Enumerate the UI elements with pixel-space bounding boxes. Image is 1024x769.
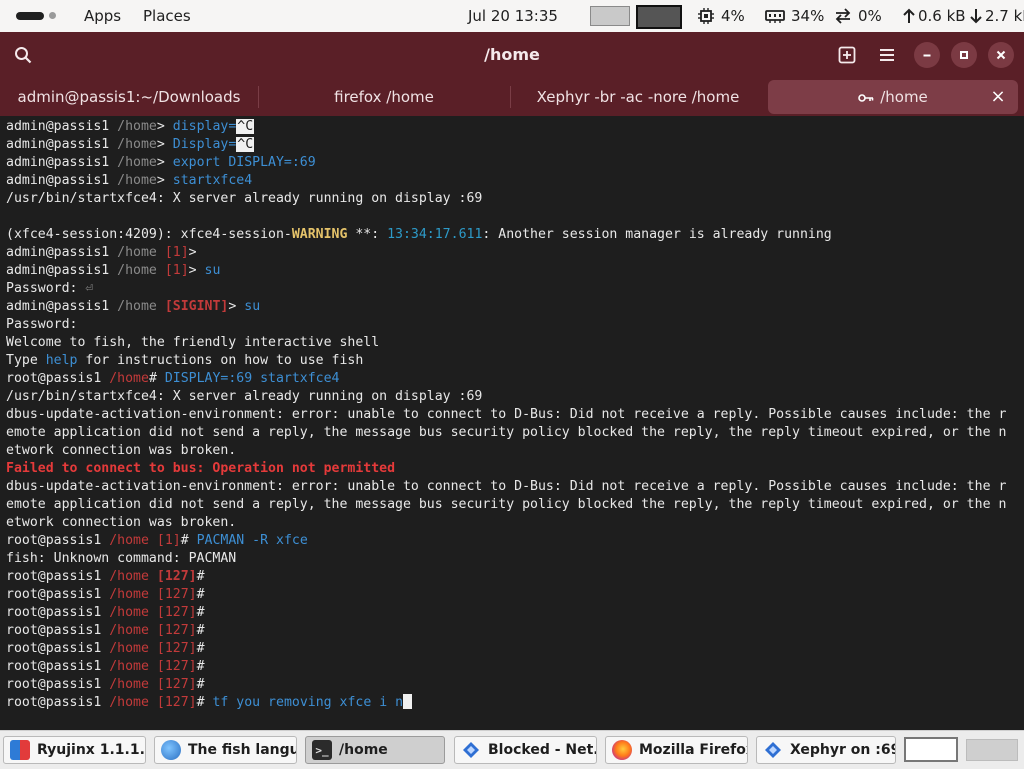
hamburger-menu-icon [880,49,894,61]
top-panel: Apps Places Jul 20 13:35 4% 34% 0% 0.6 k… [0,0,1024,32]
key-icon [858,94,874,102]
taskbar-item-ryujinx[interactable]: Ryujinx 1.1.1... [3,736,146,764]
terminal-line: root@passis1 /home [127]# [6,677,205,692]
terminal-line: Password: [6,317,78,332]
tab-label: /home [880,88,928,106]
terminal-line: admin@passis1 /home [SIGINT]> su [6,299,261,314]
terminal-line: dbus-update-activation-environment: erro… [6,479,1007,494]
workspace-2-thumb[interactable] [636,5,682,29]
taskbar-item-firefox[interactable]: Mozilla Firefox [605,736,748,764]
window-header: /home [0,32,1024,78]
terminal-line: root@passis1 /home# DISPLAY=:69 startxfc… [6,371,340,386]
globe-icon [161,740,181,760]
swap-indicator[interactable]: 0% [834,0,882,32]
tab-close-button[interactable]: × [988,80,1008,114]
swap-value: 0% [858,7,882,25]
tab-label: firefox /home [334,88,434,106]
tab-home-active[interactable]: /home × [768,80,1018,114]
terminal-line: fish: Unknown command: PACMAN [6,551,237,566]
terminal-line: emote application did not send a reply, … [6,497,1007,512]
close-window-button[interactable] [988,42,1014,68]
terminal-line: etwork connection was broken. [6,443,237,458]
net-down-indicator[interactable]: 2.7 kB [970,0,1024,32]
current-command-input[interactable]: tf you removing xfce i n [212,695,403,710]
terminal-line: root@passis1 /home [127]# [6,587,205,602]
arrow-down-icon [970,9,982,24]
terminal-line: admin@passis1 /home> display=^C [6,119,255,134]
terminal-line: Password: ⏎ [6,281,94,296]
ryujinx-icon [10,740,30,760]
taskbar: Ryujinx 1.1.1... The fish langu... >_ /h… [0,730,1024,769]
tab-label: Xephyr -br -ac -nore /home [536,88,740,106]
tab-firefox[interactable]: firefox /home [258,78,510,116]
terminal-line: dbus-update-activation-environment: erro… [6,407,1007,422]
terminal-view[interactable]: admin@passis1 /home> display=^C admin@pa… [0,116,1024,730]
terminal-line: admin@passis1 /home [1]> su [6,263,221,278]
memory-indicator[interactable]: 34% [765,0,824,32]
workspace-pager-2[interactable] [966,739,1018,761]
blue-diamond-icon [461,740,481,760]
tab-downloads[interactable]: admin@passis1:~/Downloads [0,78,258,116]
firefox-icon [612,740,632,760]
terminal-output: admin@passis1 /home> display=^C admin@pa… [6,118,1024,712]
places-menu[interactable]: Places [143,0,191,32]
terminal-line: root@passis1 /home [127]# [6,659,205,674]
clock[interactable]: Jul 20 13:35 [468,0,558,32]
terminal-line: root@passis1 /home [1]# PACMAN -R xfce [6,533,308,548]
text-cursor [403,694,413,709]
terminal-line: admin@passis1 /home [1]> [6,245,197,260]
workspace-1-thumb[interactable] [590,6,630,26]
tab-label: admin@passis1:~/Downloads [17,88,241,106]
cpu-icon [698,8,714,24]
terminal-line: admin@passis1 /home> Display=^C [6,137,255,152]
terminal-line: Type help for instructions on how to use… [6,353,364,368]
cpu-indicator[interactable]: 4% [697,0,745,32]
cpu-value: 4% [721,7,745,25]
net-up-indicator[interactable]: 0.6 kB [903,0,966,32]
terminal-line: admin@passis1 /home> startxfce4 [6,173,253,188]
terminal-line: /usr/bin/startxfce4: X server already ru… [6,191,483,206]
activities-pill-icon[interactable] [16,12,44,20]
taskbar-item-blocked[interactable]: Blocked - Net... [454,736,597,764]
terminal-line: root@passis1 /home [127]# [6,623,205,638]
tab-bar: admin@passis1:~/Downloads firefox /home … [0,78,1024,116]
workspace-dot-icon[interactable] [49,12,56,19]
tab-xephyr[interactable]: Xephyr -br -ac -nore /home [510,78,766,116]
terminal-line: root@passis1 /home [127]# [6,641,205,656]
close-icon [996,50,1006,60]
terminal-line: Failed to connect to bus: Operation not … [6,461,396,476]
terminal-line: admin@passis1 /home> export DISPLAY=:69 [6,155,316,170]
memory-value: 34% [791,7,825,25]
terminal-line: root@passis1 /home [127]# [6,569,205,584]
terminal-line: emote application did not send a reply, … [6,425,1007,440]
arrow-up-icon [903,8,915,23]
return-icon: ⏎ [85,281,94,296]
terminal-line: root@passis1 /home [127]# [6,605,205,620]
maximize-button[interactable] [951,42,977,68]
swap-arrows-icon [835,8,851,24]
new-tab-button[interactable] [834,42,860,68]
minimize-icon [923,54,931,57]
taskbar-item-fish-docs[interactable]: The fish langu... [154,736,297,764]
memory-icon [765,10,785,23]
minimize-button[interactable] [914,42,940,68]
maximize-icon [960,51,968,59]
terminal-prompt-line[interactable]: root@passis1 /home [127]# tf you removin… [6,694,1024,712]
terminal-line: (xfce4-session:4209): xfce4-session-WARN… [6,227,832,242]
terminal-icon: >_ [312,740,332,760]
blue-diamond-icon [763,740,783,760]
terminal-line: /usr/bin/startxfce4: X server already ru… [6,389,483,404]
window-title: /home [484,45,540,64]
net-down-value: 2.7 kB [985,7,1024,25]
terminal-line: etwork connection was broken. [6,515,237,530]
menu-button[interactable] [874,42,900,68]
apps-menu[interactable]: Apps [84,0,121,32]
taskbar-item-xephyr[interactable]: Xephyr on :69... [756,736,896,764]
taskbar-item-terminal[interactable]: >_ /home [305,736,445,764]
terminal-line: Welcome to fish, the friendly interactiv… [6,335,380,350]
workspace-pager-1[interactable] [904,737,958,762]
new-tab-icon [838,46,856,64]
net-up-value: 0.6 kB [918,7,966,25]
